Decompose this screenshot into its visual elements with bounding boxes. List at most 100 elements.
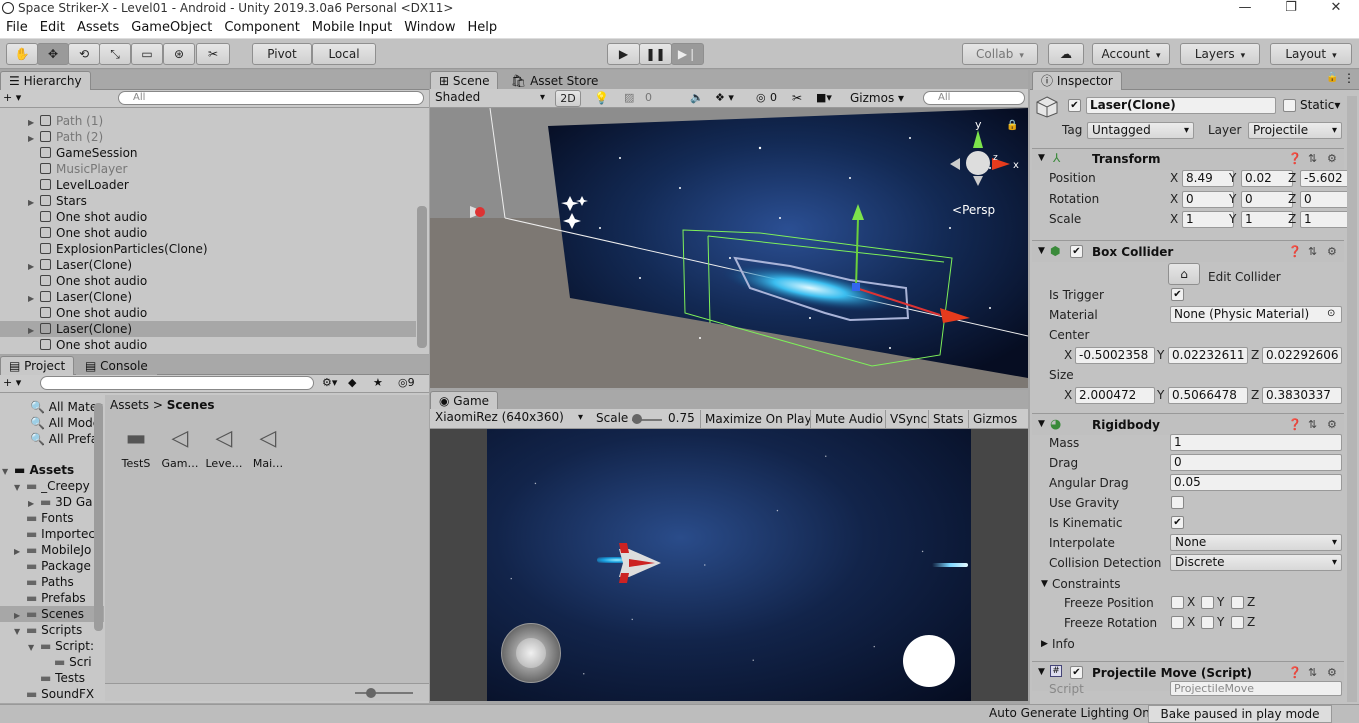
project-folder-item[interactable]: ▼ ▬ _Creepy — [0, 478, 104, 494]
scale-z-field[interactable]: 1 — [1300, 211, 1352, 228]
constraints-foldout[interactable]: ▼ — [1041, 579, 1048, 589]
project-folder-item[interactable]: ▬ Importec — [0, 526, 104, 542]
rotation-x-field[interactable]: 0 — [1182, 191, 1234, 208]
stats-toggle[interactable]: Stats — [928, 410, 968, 429]
icon-size-slider-thumb[interactable] — [366, 688, 376, 698]
info-label[interactable]: Info — [1052, 637, 1075, 651]
minimize-button[interactable]: — — [1222, 0, 1268, 17]
hidden-objects-icon[interactable]: ◎ — [756, 91, 766, 104]
object-picker-icon[interactable]: ⊙ — [1327, 308, 1335, 319]
box-collider-foldout[interactable]: ▼ — [1038, 246, 1045, 256]
menu-component[interactable]: Component — [218, 17, 305, 39]
favorite-item[interactable]: 🔍 All Mode — [30, 415, 100, 431]
project-folder-item[interactable]: ▬ Paths — [0, 574, 104, 590]
hierarchy-item[interactable]: ExplosionParticles(Clone) — [0, 241, 416, 257]
2d-toggle[interactable]: 2D — [555, 90, 581, 107]
lock-icon[interactable]: 🔒 — [1006, 119, 1018, 131]
step-button[interactable]: ▶❘ — [671, 43, 704, 65]
assets-root[interactable]: ▼ ▬ Assets — [2, 462, 74, 478]
hierarchy-item[interactable]: One shot audio — [0, 337, 416, 352]
scene-tools-icon[interactable]: ✂ — [792, 91, 802, 105]
project-tree-scrollbar[interactable] — [94, 403, 103, 631]
move-handle-center[interactable] — [852, 283, 860, 291]
project-folder-item[interactable]: ▬ Prefabs — [0, 590, 104, 606]
menu-gameobject[interactable]: GameObject — [125, 17, 218, 39]
constraints-label[interactable]: Constraints — [1052, 577, 1120, 591]
custom-tool-icon[interactable]: ✂ — [196, 43, 230, 65]
maximize-button[interactable]: ❐ — [1268, 0, 1314, 17]
local-toggle[interactable]: Local — [312, 43, 376, 65]
is-kinematic-checkbox[interactable]: ✔ — [1171, 516, 1184, 529]
tab-project[interactable]: ▤ Project — [0, 356, 75, 375]
project-asset-item[interactable]: ◁ Mai… — [247, 425, 289, 470]
rotation-z-field[interactable]: 0 — [1300, 191, 1352, 208]
gear-icon[interactable]: ⚙ — [1327, 666, 1337, 679]
size-z-field[interactable]: 0.3830337 — [1262, 387, 1342, 404]
hierarchy-scrollbar[interactable] — [417, 206, 427, 348]
static-checkbox[interactable] — [1283, 99, 1296, 112]
gear-icon[interactable]: ⚙ — [1327, 418, 1337, 431]
scene-canvas[interactable]: y x z <Persp 🔒 — [430, 108, 1028, 388]
freeze-position-y-checkbox[interactable] — [1201, 596, 1214, 609]
hierarchy-item[interactable]: One shot audio — [0, 225, 416, 241]
hierarchy-item[interactable]: ▶ Laser(Clone) — [0, 257, 416, 273]
hierarchy-item[interactable]: One shot audio — [0, 273, 416, 289]
cloud-icon[interactable]: ☁ — [1048, 43, 1084, 65]
bake-progress[interactable]: Bake paused in play mode — [1148, 705, 1332, 723]
breadcrumb-current[interactable]: Scenes — [167, 398, 215, 412]
freeze-rotation-y-checkbox[interactable] — [1201, 616, 1214, 629]
tab-asset-store[interactable]: 🛍 Asset Store — [502, 71, 608, 90]
game-gizmos-toggle[interactable]: Gizmos — [968, 410, 1021, 429]
interpolate-dropdown[interactable]: None — [1170, 534, 1342, 551]
menu-mobile-input[interactable]: Mobile Input — [306, 17, 398, 39]
fire-button[interactable] — [903, 635, 955, 687]
box-collider-enabled[interactable]: ✔ — [1070, 245, 1083, 258]
position-y-field[interactable]: 0.02 — [1241, 170, 1293, 187]
layer-dropdown[interactable]: Projectile — [1248, 122, 1342, 139]
preset-icon[interactable]: ⇅ — [1308, 245, 1317, 258]
create-dropdown[interactable]: + ▾ — [3, 91, 21, 104]
collision-detection-dropdown[interactable]: Discrete — [1170, 554, 1342, 571]
scene-search-input[interactable]: All — [923, 91, 1025, 105]
help-icon[interactable]: ❓ — [1288, 152, 1302, 165]
center-z-field[interactable]: 0.02292606 — [1262, 347, 1342, 364]
static-dropdown[interactable]: Static▾ — [1300, 98, 1340, 112]
hand-tool-icon[interactable]: ✋ — [6, 43, 38, 65]
menu-help[interactable]: Help — [462, 17, 504, 39]
gizmos-dropdown[interactable]: Gizmos ▾ — [850, 91, 904, 105]
hierarchy-item[interactable]: One shot audio — [0, 209, 416, 225]
position-z-field[interactable]: -5.602 — [1300, 170, 1352, 187]
rotate-tool-icon[interactable]: ⟲ — [68, 43, 100, 65]
hierarchy-item[interactable]: MusicPlayer — [0, 161, 416, 177]
project-create-dropdown[interactable]: + ▾ — [3, 376, 21, 389]
rotation-y-field[interactable]: 0 — [1241, 191, 1293, 208]
preset-icon[interactable]: ⇅ — [1308, 418, 1317, 431]
effects-dropdown-icon[interactable]: ❖ ▾ — [715, 91, 734, 104]
tag-dropdown[interactable]: Untagged — [1087, 122, 1194, 139]
menu-edit[interactable]: Edit — [34, 17, 71, 39]
move-tool-icon[interactable]: ✥ — [37, 43, 69, 65]
tab-game[interactable]: ◉ Game — [430, 391, 499, 410]
hierarchy-item[interactable]: ▶ Path (1) — [0, 113, 416, 129]
project-folder-item[interactable]: ▬ Scri — [0, 654, 104, 670]
angular-drag-field[interactable]: 0.05 — [1170, 474, 1342, 491]
project-asset-item[interactable]: ▬ TestS — [115, 425, 157, 470]
rigidbody-foldout[interactable]: ▼ — [1038, 419, 1045, 429]
transform-foldout[interactable]: ▼ — [1038, 153, 1045, 163]
fx-toggle-icon[interactable]: ▨ — [624, 91, 634, 104]
project-asset-item[interactable]: ◁ Leve… — [203, 425, 245, 470]
project-folder-item[interactable]: ▼ ▬ Script: — [0, 638, 104, 654]
filter-label-icon[interactable]: ◆ — [348, 376, 356, 389]
info-foldout[interactable]: ▶ — [1041, 639, 1048, 649]
hierarchy-item[interactable]: ▶ Laser(Clone) — [0, 289, 416, 305]
help-icon[interactable]: ❓ — [1288, 666, 1302, 679]
project-folder-item[interactable]: ▶ ▬ 3D Ga — [0, 494, 104, 510]
freeze-rotation-z-checkbox[interactable] — [1231, 616, 1244, 629]
mass-field[interactable]: 1 — [1170, 434, 1342, 451]
maximize-on-play-toggle[interactable]: Maximize On Play — [700, 410, 816, 429]
shading-mode-dropdown[interactable]: Shaded — [431, 90, 549, 107]
pivot-toggle[interactable]: Pivot — [252, 43, 312, 65]
lighting-toggle-icon[interactable]: 💡 — [594, 91, 609, 105]
edit-collider-button[interactable]: ⌂ — [1168, 263, 1200, 285]
scale-y-field[interactable]: 1 — [1241, 211, 1293, 228]
